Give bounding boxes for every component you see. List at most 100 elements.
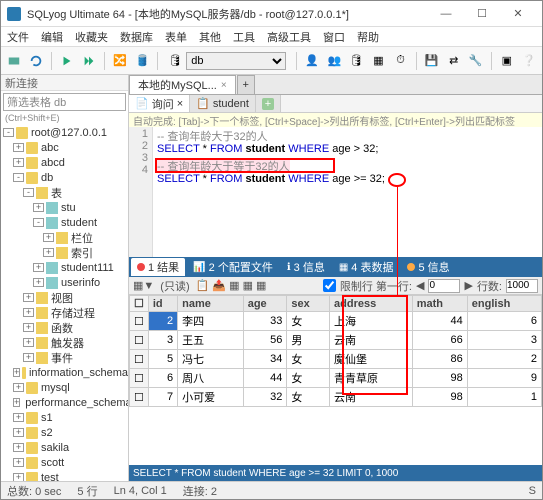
menu-tools[interactable]: 工具 [233, 29, 255, 45]
tree-node[interactable]: +mysql [1, 380, 128, 395]
tree-node[interactable]: +test [1, 470, 128, 481]
table-row[interactable]: ☐3王五56男云南663 [130, 331, 542, 350]
db-select[interactable]: db [186, 52, 286, 70]
toolbar: 🔀 🛢️ 🛢 db 👤 👥 🛢 ▦ ⏱ 💾 ⇄ 🔧 ▣ ❔ [1, 47, 542, 75]
user-icon[interactable]: 👤 [303, 51, 321, 71]
tree-node[interactable]: +存储过程 [1, 305, 128, 320]
col-header[interactable]: id [148, 296, 177, 312]
menu-help[interactable]: 帮助 [357, 29, 379, 45]
tree-node[interactable]: +abc [1, 140, 128, 155]
close-button[interactable]: ✕ [500, 3, 536, 25]
col-header[interactable]: name [178, 296, 244, 312]
refresh-icon[interactable] [27, 51, 45, 71]
menu-table[interactable]: 表单 [165, 29, 187, 45]
limit-checkbox[interactable] [323, 279, 336, 292]
connect-icon[interactable] [5, 51, 23, 71]
table-row[interactable]: ☐6周八44女青青草原989 [130, 369, 542, 388]
rtab-info2[interactable]: 5 信息 [401, 258, 455, 276]
db-icon[interactable]: 🛢 [347, 51, 365, 71]
tree-node[interactable]: -root@127.0.0.1 [1, 125, 128, 140]
tree-node[interactable]: +触发器 [1, 335, 128, 350]
query-status: SELECT * FROM student WHERE age >= 32 LI… [129, 465, 542, 481]
tree-node[interactable]: +stu [1, 200, 128, 215]
col-header[interactable]: age [243, 296, 287, 312]
grid-icon[interactable]: ▦ [369, 51, 387, 71]
tree-node[interactable]: +函数 [1, 320, 128, 335]
object-tree[interactable]: -root@127.0.0.1+abc+abcd-db-表+stu-studen… [1, 123, 128, 481]
close-icon[interactable]: × [221, 80, 227, 91]
tree-node[interactable]: +information_schema [1, 365, 128, 380]
tree-node[interactable]: +事件 [1, 350, 128, 365]
rtab-info1[interactable]: ℹ3 信息 [281, 258, 331, 276]
minimize-button[interactable]: — [428, 3, 464, 25]
execute-icon[interactable] [58, 51, 76, 71]
rtab-result[interactable]: 1 结果 [131, 258, 185, 276]
sql-editor[interactable]: 1234 -- 查询年龄大于32的人 SELECT * FROM student… [129, 127, 542, 257]
menu-window[interactable]: 窗口 [323, 29, 345, 45]
menu-other[interactable]: 其他 [199, 29, 221, 45]
tree-node[interactable]: +student111 [1, 260, 128, 275]
tree-node[interactable]: +栏位 [1, 230, 128, 245]
col-header[interactable]: address [330, 296, 413, 312]
first-row-input[interactable] [428, 279, 460, 293]
result-tabs: 1 结果 📊2 个配置文件 ℹ3 信息 ▦4 表数据 5 信息 [129, 257, 542, 277]
terminal-icon[interactable]: ▣ [498, 51, 516, 71]
tree-node[interactable]: +s1 [1, 410, 128, 425]
execute-all-icon[interactable] [80, 51, 98, 71]
result-grid[interactable]: ☐idnameagesexaddressmathenglish☐2李四33女上海… [129, 295, 542, 465]
tab-connection[interactable]: 本地的MySQL...× [129, 75, 236, 94]
table-row[interactable]: ☐5冯七34女魔仙堡862 [130, 350, 542, 369]
col-header[interactable]: sex [287, 296, 330, 312]
help-icon[interactable]: ❔ [520, 51, 538, 71]
diff-icon[interactable]: ⇄ [445, 51, 463, 71]
tree-node[interactable]: -student [1, 215, 128, 230]
rtab-profile[interactable]: 📊2 个配置文件 [187, 258, 279, 276]
filter-shortcut: (Ctrl+Shift+E) [1, 113, 128, 123]
maximize-button[interactable]: ☐ [464, 3, 500, 25]
menu-file[interactable]: 文件 [7, 29, 29, 45]
titlebar: SQLyog Ultimate 64 - [本地的MySQL服务器/db - r… [1, 1, 542, 27]
sidebar-title: 新连接 [1, 75, 128, 91]
brand-icon: S [529, 485, 536, 497]
tree-node[interactable]: +abcd [1, 155, 128, 170]
filter-input[interactable]: 筛选表格 db [3, 93, 126, 111]
query-builder-icon[interactable]: 🔧 [467, 51, 485, 71]
tree-node[interactable]: +sakila [1, 440, 128, 455]
tab-add[interactable]: + [237, 75, 255, 94]
col-header[interactable]: english [467, 296, 541, 312]
export-icon[interactable]: 🛢️ [133, 51, 151, 71]
tree-node[interactable]: +scott [1, 455, 128, 470]
line-gutter: 1234 [129, 127, 153, 257]
tab-student[interactable]: 📋student [190, 95, 256, 112]
row-count-input[interactable] [506, 279, 538, 293]
menu-fav[interactable]: 收藏夹 [75, 29, 108, 45]
schedule-icon[interactable]: ⏱ [392, 51, 410, 71]
status-conn: 连接: 2 [183, 483, 217, 499]
col-header[interactable]: math [412, 296, 467, 312]
menu-advanced[interactable]: 高级工具 [267, 29, 311, 45]
rtab-tabledata[interactable]: ▦4 表数据 [333, 258, 400, 276]
tree-node[interactable]: +视图 [1, 290, 128, 305]
tab-add[interactable]: + [256, 95, 281, 112]
tree-node[interactable]: -db [1, 170, 128, 185]
table-row[interactable]: ☐7小可爱32女云南981 [130, 388, 542, 407]
menu-edit[interactable]: 编辑 [41, 29, 63, 45]
menu-db[interactable]: 数据库 [120, 29, 153, 45]
close-icon[interactable]: × [177, 98, 183, 110]
app-logo-icon [7, 7, 21, 21]
database-icon: 🛢 [168, 54, 182, 67]
backup-icon[interactable]: 💾 [423, 51, 441, 71]
users-icon[interactable]: 👥 [325, 51, 343, 71]
sidebar: 新连接 筛选表格 db (Ctrl+Shift+E) -root@127.0.0… [1, 75, 129, 481]
tab-query[interactable]: 📄询问× [129, 95, 190, 112]
table-row[interactable]: ☐2李四33女上海446 [130, 312, 542, 331]
db-selector[interactable]: 🛢 db [164, 52, 290, 70]
tree-node[interactable]: +索引 [1, 245, 128, 260]
editor-tabs: 📄询问× 📋student + [129, 95, 542, 113]
tree-node[interactable]: +s2 [1, 425, 128, 440]
tree-node[interactable]: +performance_schema [1, 395, 128, 410]
menubar: 文件 编辑 收藏夹 数据库 表单 其他 工具 高级工具 窗口 帮助 [1, 27, 542, 47]
tree-node[interactable]: +userinfo [1, 275, 128, 290]
tree-node[interactable]: -表 [1, 185, 128, 200]
sync-icon[interactable]: 🔀 [111, 51, 129, 71]
